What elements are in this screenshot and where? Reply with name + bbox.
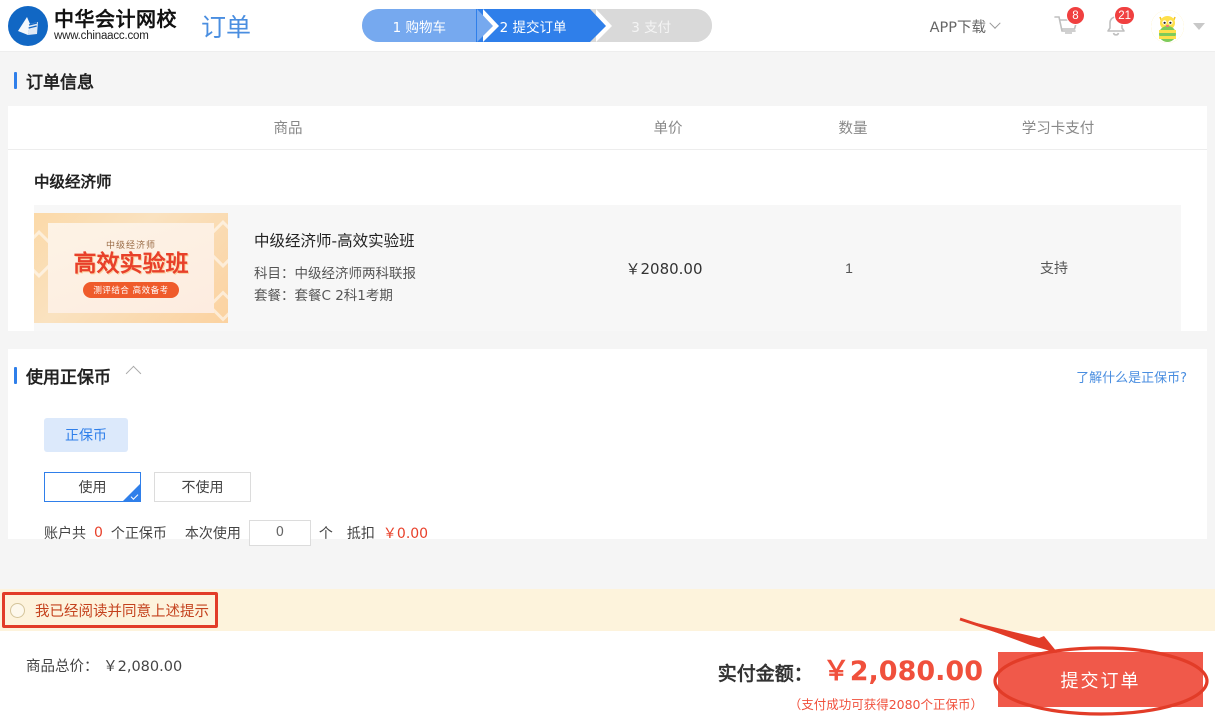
coin-choice-group: 使用 不使用 — [44, 472, 1207, 502]
column-header-qty: 数量 — [768, 117, 938, 138]
goods-total-value: ￥2,080.00 — [103, 659, 182, 675]
order-info-title: 订单信息 — [26, 68, 94, 93]
cart-badge: 8 — [1066, 6, 1085, 25]
check-icon — [131, 492, 139, 500]
payable-amount-block: 实付金额： ￥2,080.00 （支付成功可获得2080个正保币） — [718, 649, 983, 713]
coin-help-link[interactable]: 了解什么是正保币? — [1076, 367, 1187, 386]
coin-deduct-value: ￥0.00 — [383, 523, 428, 543]
coin-detail-row: 账户共 0 个正保币 本次使用 0 个 抵扣 ￥0.00 — [44, 520, 1207, 546]
product-price: ￥2080.00 — [564, 258, 764, 279]
chevron-up-icon[interactable] — [126, 366, 142, 382]
product-details: 中级经济师-高效实验班 科目：中级经济师两科联报 套餐：套餐C 2科1考期 — [254, 229, 564, 307]
notifications-button[interactable]: 21 — [1091, 4, 1141, 48]
product-thumbnail[interactable]: 中级经济师 高效实验班 测评结合 高效备考 — [34, 213, 228, 323]
order-info-heading: 订单信息 — [0, 52, 1215, 106]
step-submit-order-label: 2 提交订单 — [500, 16, 567, 36]
agreement-label: 我已经阅读并同意上述提示 — [35, 600, 209, 621]
logo-icon — [8, 6, 48, 46]
site-header: 中华会计网校 www.chinaacc.com 订单 1 购物车 2 提交订单 … — [0, 0, 1215, 52]
order-table-header: 商品 单价 数量 学习卡支付 — [8, 106, 1207, 150]
agreement-bar: 我已经阅读并同意上述提示 — [0, 589, 1215, 631]
product-subject: 科目：中级经济师两科联报 — [254, 263, 564, 285]
coin-this-use-label: 本次使用 — [185, 523, 241, 543]
logo-text-cn: 中华会计网校 — [54, 9, 177, 29]
order-page: 中华会计网校 www.chinaacc.com 订单 1 购物车 2 提交订单 … — [0, 0, 1215, 723]
site-logo[interactable]: 中华会计网校 www.chinaacc.com — [8, 6, 177, 46]
book-icon — [16, 15, 40, 37]
step-payment-label: 3 支付 — [631, 16, 671, 36]
header-right: APP下载 8 21 — [930, 0, 1209, 52]
goods-total: 商品总价： ￥2,080.00 — [26, 655, 182, 676]
coin-heading: 使用正保币 — [8, 349, 1207, 388]
product-title[interactable]: 中级经济师-高效实验班 — [254, 229, 564, 251]
agreement-checkbox[interactable] — [10, 603, 25, 618]
coin-use-input[interactable]: 0 — [249, 520, 311, 546]
coin-account-suffix: 个正保币 — [111, 523, 167, 543]
column-header-price: 单价 — [568, 117, 768, 138]
cart-button[interactable]: 8 — [1041, 4, 1091, 48]
column-header-goods: 商品 — [8, 117, 568, 138]
thumbnail-title: 高效实验班 — [74, 253, 189, 276]
order-item-row: 中级经济师 高效实验班 测评结合 高效备考 中级经济师-高效实验班 科目：中级经… — [34, 205, 1181, 331]
avatar-bee-icon — [1151, 10, 1184, 43]
user-menu-caret-icon[interactable] — [1193, 23, 1205, 30]
product-study-card-support: 支持 — [934, 258, 1174, 278]
coin-use-button[interactable]: 使用 — [44, 472, 141, 502]
checkout-steps: 1 购物车 2 提交订单 3 支付 — [362, 9, 712, 42]
product-package: 套餐：套餐C 2科1考期 — [254, 285, 564, 307]
coin-unit-label: 个 — [319, 523, 333, 543]
thumbnail-tag: 测评结合 高效备考 — [83, 282, 178, 298]
order-footer: 商品总价： ￥2,080.00 实付金额： ￥2,080.00 （支付成功可获得… — [0, 631, 1215, 723]
coin-heading-accent-bar — [14, 367, 17, 384]
thumbnail-subtitle: 中级经济师 — [106, 238, 156, 251]
page-title: 订单 — [201, 8, 251, 44]
column-header-study-card: 学习卡支付 — [938, 117, 1178, 138]
coin-account-prefix: 账户共 — [44, 523, 86, 543]
app-download-label: APP下载 — [930, 16, 986, 37]
chevron-down-icon — [989, 18, 1000, 29]
step-cart-label: 1 购物车 — [393, 16, 446, 36]
product-group-name: 中级经济师 — [8, 150, 1207, 205]
coin-not-use-label: 不使用 — [182, 477, 224, 497]
coin-deduct-label: 抵扣 — [347, 523, 375, 543]
step-cart[interactable]: 1 购物车 — [362, 9, 477, 42]
notifications-badge: 21 — [1114, 6, 1135, 25]
logo-text-en: www.chinaacc.com — [54, 31, 177, 43]
agreement-checkbox-group[interactable]: 我已经阅读并同意上述提示 — [10, 600, 209, 621]
goods-total-label: 商品总价： — [26, 659, 99, 675]
heading-accent-bar — [14, 72, 17, 89]
coin-section-title: 使用正保币 — [26, 363, 111, 388]
product-quantity: 1 — [764, 260, 934, 276]
order-info-card: 商品 单价 数量 学习卡支付 中级经济师 中级经济师 高效实验班 测评结合 高效… — [8, 106, 1207, 331]
coin-card: 使用正保币 了解什么是正保币? 正保币 使用 不使用 账户共 0 个正保币 本次… — [8, 349, 1207, 539]
payable-label: 实付金额： — [718, 659, 813, 686]
payable-amount: ￥2,080.00 — [823, 649, 983, 688]
coin-use-label: 使用 — [79, 477, 107, 497]
coin-not-use-button[interactable]: 不使用 — [154, 472, 251, 502]
coin-tab[interactable]: 正保币 — [44, 418, 128, 452]
payable-note: （支付成功可获得2080个正保币） — [718, 694, 983, 713]
submit-order-button[interactable]: 提交订单 — [998, 652, 1203, 707]
coin-account-count: 0 — [94, 525, 103, 541]
avatar[interactable] — [1151, 10, 1184, 43]
app-download-menu[interactable]: APP下载 — [930, 16, 999, 37]
